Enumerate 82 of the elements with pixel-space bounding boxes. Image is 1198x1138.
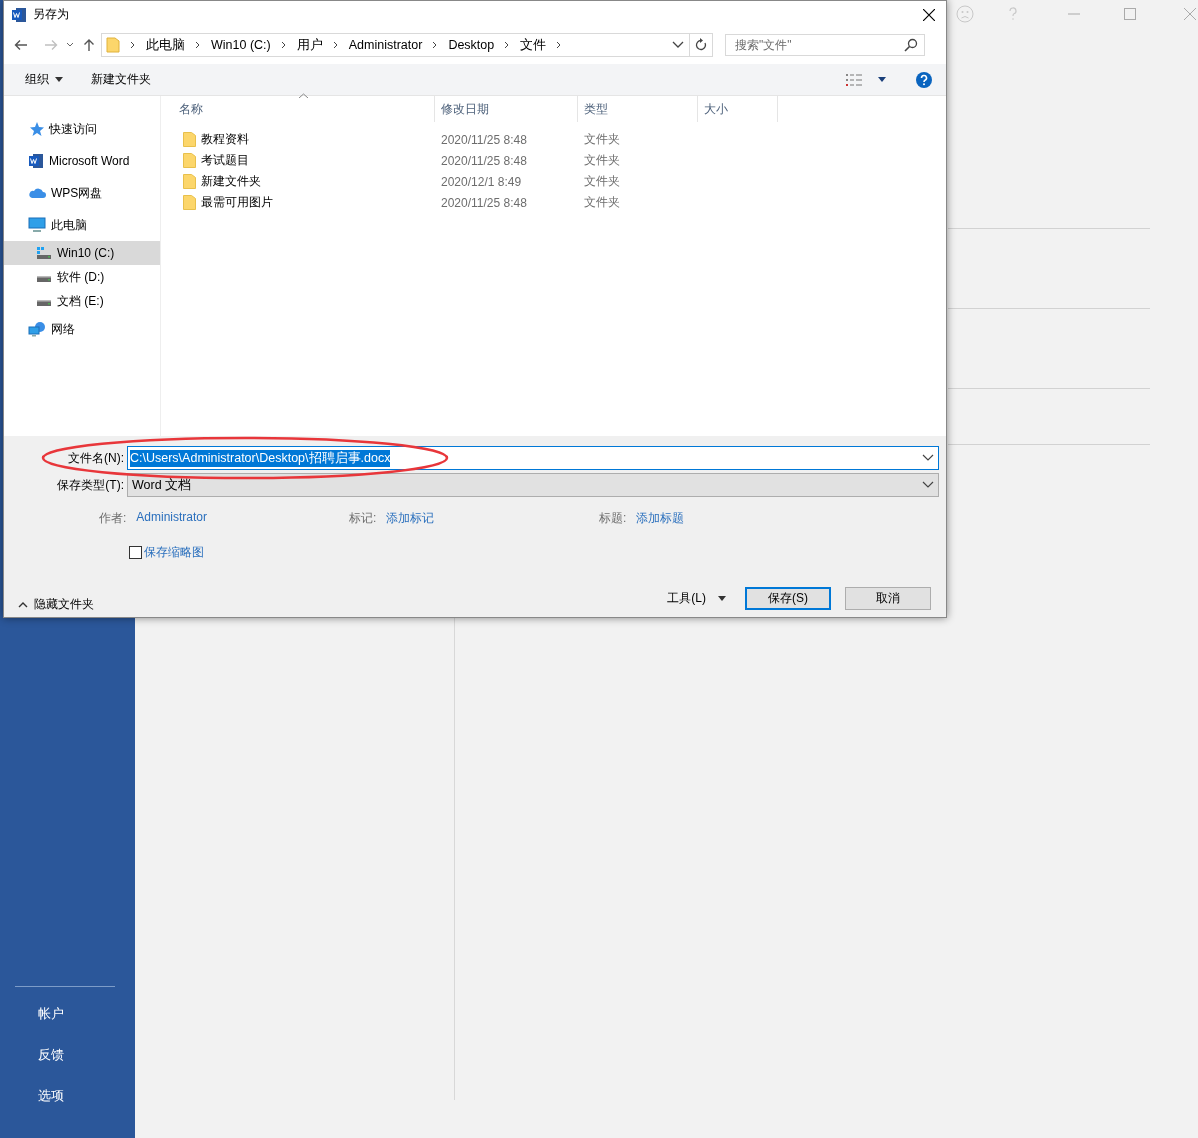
- checkbox[interactable]: [129, 546, 142, 559]
- dialog-button[interactable]: 取消: [845, 586, 931, 610]
- file-type-dropdown[interactable]: Word 文档: [127, 473, 939, 497]
- computer-icon: [28, 217, 46, 233]
- word-icon: [28, 153, 44, 169]
- folder-icon: [183, 174, 196, 189]
- column-header[interactable]: 修改日期: [435, 96, 578, 122]
- dropdown-chevron-icon: [922, 481, 934, 489]
- sidebar-item[interactable]: 反馈: [0, 1044, 135, 1085]
- breadcrumb[interactable]: Administrator: [348, 38, 423, 52]
- file-name[interactable]: 最需可用图片: [201, 194, 273, 211]
- caret-icon: [55, 77, 63, 82]
- nav-item[interactable]: WPS网盘: [4, 177, 160, 209]
- address-bar[interactable]: 此电脑 Win10 (C:) 用户 Administrator Desktop 文件: [101, 33, 713, 57]
- dialog-button[interactable]: 保存(S): [745, 586, 831, 610]
- word-icon: [11, 6, 27, 23]
- search-field[interactable]: 搜索"文件": [725, 34, 925, 56]
- dropdown-caret-icon[interactable]: [66, 42, 74, 48]
- field-label: 文件名(N):: [67, 449, 125, 467]
- nav-item[interactable]: 此电脑: [4, 209, 160, 241]
- caret-icon: [718, 595, 726, 601]
- star-icon: [28, 121, 44, 137]
- caret-icon: [878, 77, 886, 82]
- organize-menu[interactable]: 组织: [21, 68, 67, 91]
- tools-menu[interactable]: 工具(L): [663, 586, 730, 610]
- dropdown-chevron-icon[interactable]: [672, 41, 684, 49]
- nav-item[interactable]: Microsoft Word: [4, 145, 160, 177]
- dropdown-chevron-icon: [922, 454, 934, 462]
- search-icon: [904, 38, 918, 52]
- nav-item[interactable]: 网络: [4, 313, 160, 345]
- breadcrumb[interactable]: 文件: [520, 36, 547, 54]
- nav-item[interactable]: 软件 (D:): [4, 265, 160, 289]
- help-icon[interactable]: [916, 71, 932, 88]
- table-cell-text: 文件夹: [583, 152, 621, 169]
- folder-icon: [106, 37, 120, 53]
- column-header[interactable]: 类型: [578, 96, 698, 122]
- folder-icon: [183, 153, 196, 168]
- table-cell-text: 2020/11/25 8:48: [440, 132, 528, 147]
- property-label: 标题:: [599, 509, 627, 527]
- breadcrumb[interactable]: Win10 (C:): [211, 38, 271, 52]
- table-cell-text: 2020/12/1 8:49: [440, 174, 523, 189]
- window-title: 另存为: [33, 6, 70, 23]
- breadcrumb[interactable]: 用户: [296, 36, 323, 54]
- up-arrow-icon[interactable]: [83, 38, 95, 52]
- column-header[interactable]: 名称: [161, 96, 435, 122]
- property-label: 标记:: [349, 509, 377, 527]
- hide-folders-toggle[interactable]: 隐藏文件夹: [16, 594, 96, 615]
- chevron-up-icon: [18, 601, 28, 608]
- network-icon: [28, 321, 46, 337]
- property-value[interactable]: 添加标记: [386, 509, 435, 527]
- property-value[interactable]: Administrator: [136, 509, 208, 527]
- new-folder-button[interactable]: 新建文件夹: [87, 68, 155, 91]
- table-cell-text: 文件夹: [583, 194, 621, 211]
- close-icon: [923, 8, 935, 21]
- nav-item[interactable]: 文档 (E:): [4, 289, 160, 313]
- folder-icon: [183, 132, 196, 147]
- table-cell-text: 文件夹: [583, 131, 621, 148]
- nav-item[interactable]: Win10 (C:): [4, 241, 160, 265]
- table-cell-text: 2020/11/25 8:48: [440, 195, 528, 210]
- nav-item[interactable]: 快速访问: [4, 113, 160, 145]
- details-view-icon: [846, 73, 862, 86]
- sidebar-item[interactable]: 帐户: [0, 1003, 135, 1044]
- sort-caret-icon: [299, 93, 308, 98]
- sidebar-item[interactable]: 选项: [0, 1085, 135, 1126]
- breadcrumb[interactable]: Desktop: [448, 38, 495, 52]
- cloud-icon: [28, 186, 46, 200]
- column-header[interactable]: 大小: [698, 96, 778, 122]
- property-label: 作者:: [99, 509, 127, 527]
- filename-field[interactable]: C:\Users\Administrator\Desktop\招聘启事.docx: [127, 446, 939, 470]
- file-name[interactable]: 考试题目: [201, 152, 249, 169]
- checkbox-label[interactable]: 保存缩略图: [144, 544, 204, 561]
- folder-icon: [183, 195, 196, 210]
- file-name[interactable]: 教程资料: [201, 131, 249, 148]
- field-label: 保存类型(T):: [56, 476, 125, 494]
- refresh-icon[interactable]: [695, 38, 707, 52]
- property-value[interactable]: 添加标题: [636, 509, 685, 527]
- breadcrumb[interactable]: 此电脑: [146, 36, 185, 54]
- table-cell-text: 文件夹: [583, 173, 621, 190]
- drive-icon: [36, 246, 52, 260]
- back-icon[interactable]: [14, 39, 28, 51]
- table-cell-text: 2020/11/25 8:48: [440, 153, 528, 168]
- file-name[interactable]: 新建文件夹: [201, 173, 261, 190]
